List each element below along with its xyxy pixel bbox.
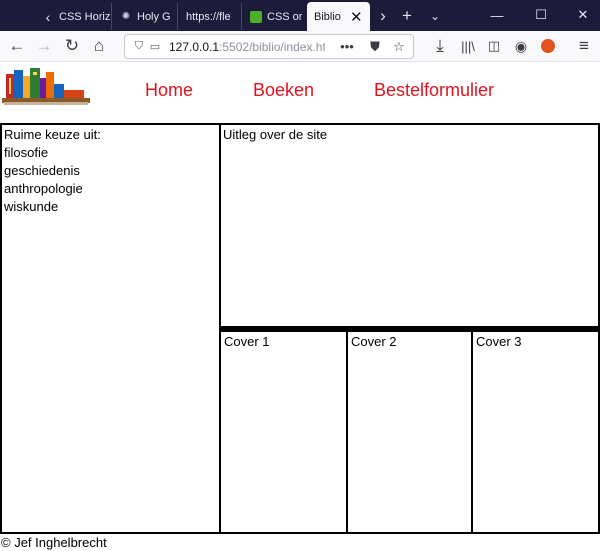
nav-link-boeken[interactable]: Boeken xyxy=(253,80,314,101)
url-host: 127.0.0.1 xyxy=(169,39,220,54)
forward-arrow-icon[interactable]: → xyxy=(32,35,56,57)
covers-row: Cover 1 Cover 2 Cover 3 xyxy=(219,328,600,534)
minimize-icon[interactable]: — xyxy=(482,4,512,26)
topic-item: geschiedenis xyxy=(4,163,80,178)
aside-heading: Ruime keuze uit: xyxy=(4,127,101,142)
gear-icon: ✺ xyxy=(121,10,131,22)
topic-list: filosofie geschiedenis anthropologie wis… xyxy=(4,144,217,216)
tab-biblio-active[interactable]: Biblio ✕ xyxy=(307,2,370,31)
tab-label: https://fle xyxy=(186,10,231,23)
url-bar[interactable]: ⛉ ▭ 127.0.0.1:5502/biblio/index.htm ••• … xyxy=(124,34,414,59)
topic-item: filosofie xyxy=(4,145,49,160)
chevron-down-icon[interactable]: ⌄ xyxy=(424,4,446,28)
sidebar-icon[interactable]: ◫ xyxy=(482,35,506,57)
reload-icon[interactable]: ↻ xyxy=(60,35,84,57)
footer: © Jef Inghelbrecht xyxy=(1,535,107,550)
topic-item: wiskunde xyxy=(4,199,59,214)
back-arrow-icon[interactable]: ← xyxy=(5,35,29,57)
page-info-icon[interactable]: ▭ xyxy=(147,40,163,53)
tab-label: Holy G xyxy=(137,10,171,23)
download-icon[interactable]: ⤓ xyxy=(428,35,452,57)
topic-item: anthropologie xyxy=(4,181,83,196)
nav-link-bestelformulier[interactable]: Bestelformulier xyxy=(374,80,494,101)
nav-link-home[interactable]: Home xyxy=(145,80,193,101)
books-logo-icon xyxy=(2,68,90,105)
tab-flexbox[interactable]: https://fle xyxy=(178,3,242,30)
maximize-icon[interactable]: ☐ xyxy=(526,4,556,26)
chevron-left-icon: ‹ xyxy=(45,8,51,25)
cover-label: Cover 2 xyxy=(351,334,397,349)
shield-icon: ⛉ xyxy=(134,40,144,52)
extension-icon[interactable] xyxy=(536,35,560,57)
tab-css-horiz[interactable]: ‹ CSS Horiz xyxy=(36,3,112,30)
green-square-icon xyxy=(250,10,262,23)
browser-tab-bar: ‹ CSS Horiz ✺ Holy G https://fle CSS or … xyxy=(0,0,600,31)
web-page: Home Boeken Bestelformulier Ruime keuze … xyxy=(0,62,600,551)
cover-label: Cover 1 xyxy=(224,334,270,349)
site-intro: Uitleg over de site xyxy=(219,123,600,328)
chevron-right-icon[interactable]: › xyxy=(372,4,394,28)
tab-css-order[interactable]: CSS or xyxy=(242,3,306,30)
new-tab-plus-icon[interactable]: + xyxy=(396,4,418,28)
cover-3: Cover 3 xyxy=(473,332,598,532)
close-icon[interactable]: ✕ xyxy=(350,8,363,26)
library-icon[interactable]: |||\ xyxy=(456,35,480,57)
browser-toolbar: ← → ↻ ⌂ ⛉ ▭ 127.0.0.1:5502/biblio/index.… xyxy=(0,31,600,62)
aside-topics: Ruime keuze uit: filosofie geschiedenis … xyxy=(0,123,221,534)
cover-label: Cover 3 xyxy=(476,334,522,349)
pocket-icon[interactable]: ⛊ xyxy=(365,36,385,57)
account-icon[interactable]: ◉ xyxy=(509,35,533,57)
bookmark-star-icon[interactable]: ☆ xyxy=(389,36,409,57)
tab-label: Biblio xyxy=(314,10,341,23)
intro-text: Uitleg over de site xyxy=(223,127,328,142)
cover-2: Cover 2 xyxy=(348,332,473,532)
tab-label: CSS Horiz xyxy=(59,10,111,23)
tab-holy-grail[interactable]: ✺ Holy G xyxy=(112,3,178,30)
menu-icon[interactable]: ≡ xyxy=(572,35,596,57)
home-icon[interactable]: ⌂ xyxy=(87,35,111,57)
more-actions-icon[interactable]: ••• xyxy=(337,36,357,57)
tab-label: CSS or xyxy=(267,10,303,23)
window-close-icon[interactable]: ✕ xyxy=(568,4,598,26)
cover-1: Cover 1 xyxy=(221,332,348,532)
url-path: :5502/biblio/index.htm xyxy=(219,39,325,54)
url-text[interactable]: 127.0.0.1:5502/biblio/index.htm xyxy=(169,40,325,54)
